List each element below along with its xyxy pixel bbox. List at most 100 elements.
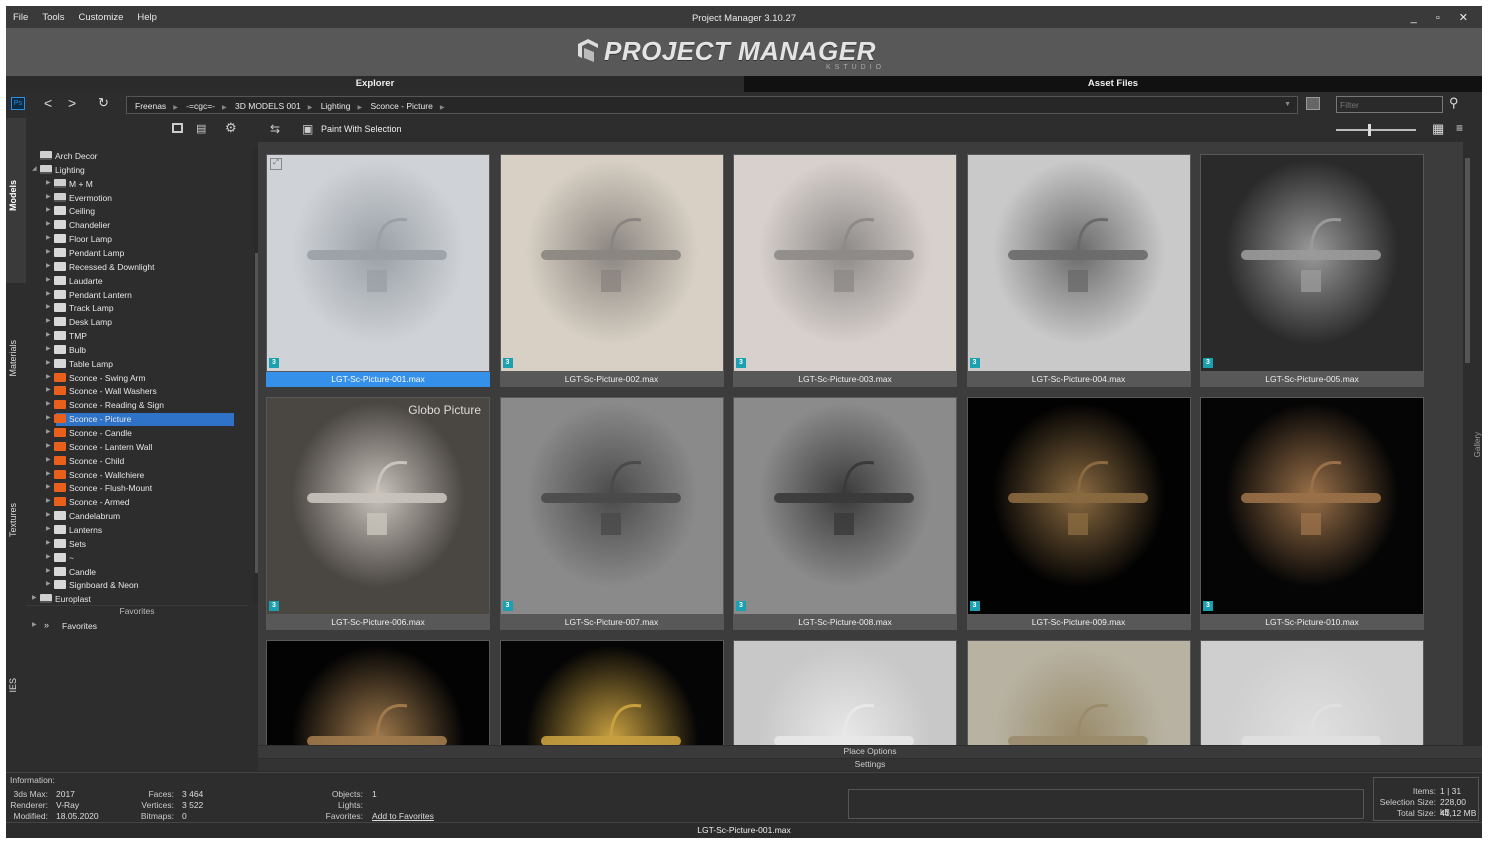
expand-arrow-icon[interactable]: ▶ — [46, 386, 51, 393]
tree-item[interactable]: ▶ Table Lamp — [26, 358, 234, 371]
side-tab-models[interactable]: Models — [8, 180, 24, 211]
expand-arrow-icon[interactable]: ▶ — [46, 400, 51, 407]
expand-arrow-icon[interactable]: ▶ — [46, 414, 51, 421]
tree-item[interactable]: ▶ Sconce - Swing Arm — [26, 372, 234, 385]
asset-tile[interactable]: 3 LGT-Sc-Picture-005.max — [1200, 154, 1424, 387]
select-checkbox-icon[interactable]: ⤢ — [270, 158, 282, 170]
expand-arrow-icon[interactable]: ▶ — [46, 248, 51, 255]
expand-arrow-icon[interactable]: ▶ — [46, 539, 51, 546]
side-tab-textures[interactable]: Textures — [8, 503, 24, 537]
new-window-icon[interactable] — [172, 123, 183, 133]
breadcrumb-item[interactable]: Lighting — [321, 101, 351, 111]
tree-item[interactable]: Arch Decor — [26, 150, 234, 163]
collapse-arrow-icon[interactable]: ◢ — [32, 165, 37, 172]
expand-arrow-icon[interactable]: ▶ — [46, 234, 51, 241]
tree-item[interactable]: ▶ Signboard & Neon — [26, 579, 234, 592]
forward-icon[interactable]: > — [68, 95, 76, 111]
gear-icon[interactable]: ⚙ — [225, 120, 237, 136]
swap-icon[interactable]: ⇆ — [270, 122, 280, 136]
tree-item[interactable]: ▶ Sets — [26, 538, 234, 551]
breadcrumb-item[interactable]: -=cgc=- — [186, 101, 215, 111]
settings-bar[interactable]: Settings — [258, 759, 1482, 771]
asset-tile[interactable] — [266, 640, 490, 745]
expand-arrow-icon[interactable]: ▶ — [46, 567, 51, 574]
expand-arrow-icon[interactable]: ▶ — [46, 456, 51, 463]
asset-tile[interactable]: ⤢ 3 LGT-Sc-Picture-001.max — [266, 154, 490, 387]
asset-tile[interactable]: 3 LGT-Sc-Picture-003.max — [733, 154, 957, 387]
tree-item[interactable]: ▶ TMP — [26, 330, 234, 343]
breadcrumb-item[interactable]: 3D MODELS 001 — [235, 101, 301, 111]
tree-item[interactable]: ▶ Track Lamp — [26, 302, 234, 315]
asset-tile[interactable]: 3 LGT-Sc-Picture-004.max — [966, 154, 1191, 387]
tree-item[interactable]: ◢ Lighting — [26, 164, 234, 177]
tree-item[interactable]: ▶ Sconce - Armed — [26, 496, 234, 509]
expand-arrow-icon[interactable]: ▶ — [32, 621, 37, 628]
window-controls[interactable]: _ ▫ ✕ — [1411, 11, 1476, 24]
tree-item[interactable]: ▶ Sconce - Candle — [26, 427, 234, 440]
expand-arrow-icon[interactable]: ▶ — [46, 511, 51, 518]
expand-arrow-icon[interactable]: ▶ — [46, 331, 51, 338]
asset-tile[interactable]: 3 LGT-Sc-Picture-002.max — [499, 154, 724, 387]
expand-arrow-icon[interactable]: ▶ — [46, 483, 51, 490]
asset-tile[interactable]: Globo Picture 3 LGT-Sc-Picture-006.max — [266, 397, 490, 630]
tab-explorer[interactable]: Explorer — [6, 76, 744, 92]
asset-thumbnail[interactable] — [967, 641, 1190, 745]
expand-arrow-icon[interactable]: ▶ — [46, 276, 51, 283]
expand-arrow-icon[interactable]: ▶ — [46, 373, 51, 380]
asset-thumbnail[interactable] — [1201, 641, 1423, 745]
side-tab-materials[interactable]: Materials — [8, 340, 24, 377]
tree-item[interactable]: ▶ Lanterns — [26, 524, 234, 537]
expand-arrow-icon[interactable]: ▶ — [32, 594, 37, 601]
grid-scrollbar[interactable]: Gallery — [1463, 142, 1482, 745]
tree-item[interactable]: ▶ Candelabrum — [26, 510, 234, 523]
expand-arrow-icon[interactable]: ▶ — [46, 580, 51, 587]
dropdown-icon[interactable]: ▼ — [1284, 101, 1291, 108]
side-tab-ies[interactable]: IES — [8, 678, 24, 693]
tree-item[interactable]: ▶ Bulb — [26, 344, 234, 357]
expand-arrow-icon[interactable]: ▶ — [46, 262, 51, 269]
tree-item[interactable]: ▶ Pendant Lamp — [26, 247, 234, 260]
grid-view-icon[interactable]: ▦ — [1432, 121, 1444, 137]
tree-item[interactable]: ▶ Sconce - Child — [26, 455, 234, 468]
breadcrumb-item[interactable]: Freenas — [135, 101, 166, 111]
asset-tile[interactable] — [966, 640, 1191, 745]
asset-thumbnail[interactable] — [734, 398, 956, 614]
asset-tile[interactable]: 3 LGT-Sc-Picture-008.max — [733, 397, 957, 630]
paint-selection-icon[interactable]: ▣ — [302, 122, 313, 136]
tree-item[interactable]: ▶ ~ — [26, 552, 234, 565]
asset-thumbnail[interactable]: ⤢ — [267, 155, 489, 371]
asset-thumbnail[interactable] — [1201, 155, 1423, 371]
asset-thumbnail[interactable]: Globo Picture — [267, 398, 489, 614]
asset-thumbnail[interactable] — [1201, 398, 1423, 614]
search-icon[interactable]: ⚲ — [1449, 95, 1459, 111]
asset-thumbnail[interactable] — [267, 641, 489, 745]
asset-thumbnail[interactable] — [734, 641, 956, 745]
expand-arrow-icon[interactable]: ▶ — [46, 303, 51, 310]
expand-arrow-icon[interactable]: ▶ — [46, 525, 51, 532]
tree-item[interactable]: ▶ Pendant Lantern — [26, 289, 234, 302]
selection-mode-icon[interactable] — [1306, 97, 1320, 110]
notes-box[interactable] — [848, 789, 1364, 819]
tree-item[interactable]: ▶ Sconce - Wallchiere — [26, 469, 234, 482]
asset-tile[interactable]: 3 LGT-Sc-Picture-007.max — [499, 397, 724, 630]
expand-arrow-icon[interactable]: ▶ — [46, 193, 51, 200]
asset-thumbnail[interactable] — [500, 641, 723, 745]
asset-thumbnail[interactable] — [967, 398, 1190, 614]
asset-tile[interactable] — [499, 640, 724, 745]
expand-arrow-icon[interactable]: ▶ — [46, 345, 51, 352]
asset-thumbnail[interactable] — [967, 155, 1190, 371]
asset-thumbnail[interactable] — [500, 398, 723, 614]
expand-arrow-icon[interactable]: ▶ — [46, 442, 51, 449]
sort-icon[interactable]: ≡ — [1456, 121, 1463, 135]
expand-arrow-icon[interactable]: ▶ — [46, 359, 51, 366]
tree-item-favorites[interactable]: ▶ » Favorites — [32, 620, 232, 633]
asset-tile[interactable]: 3 LGT-Sc-Picture-010.max — [1200, 397, 1424, 630]
expand-arrow-icon[interactable]: ▶ — [46, 497, 51, 504]
favorites-header[interactable]: Favorites — [26, 605, 248, 617]
expand-arrow-icon[interactable]: ▶ — [46, 220, 51, 227]
layout-icon[interactable]: ▤ — [196, 122, 206, 135]
paint-with-selection-button[interactable]: Paint With Selection — [321, 124, 402, 134]
tree-item[interactable]: ▶ Sconce - Flush-Mount — [26, 482, 234, 495]
breadcrumb-item[interactable]: Sconce - Picture — [370, 101, 432, 111]
asset-thumbnail[interactable] — [734, 155, 956, 371]
